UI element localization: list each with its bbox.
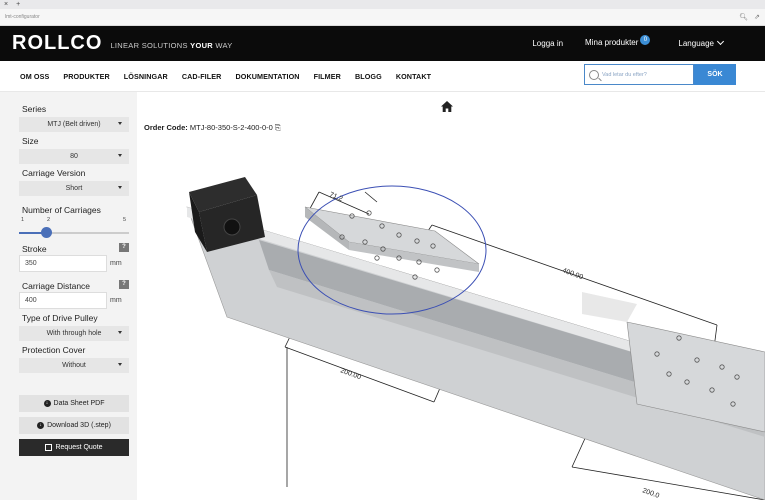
search-placeholder: Vad letar du efter? [602,71,647,78]
configurator: Series MTJ (Belt driven) Size 80 Carriag… [0,92,765,500]
url-text[interactable]: lmt-configurator [5,14,40,20]
download-icon: ↓ [37,422,45,429]
download-3d-label: Download 3D (.step) [47,422,111,429]
carriages-label: Number of Carriages [22,205,101,215]
browser-tab-bar: × + [0,0,765,9]
nav-kontakt[interactable]: KONTAKT [396,72,431,81]
datasheet-label: Data Sheet PDF [53,400,105,407]
protection-cover-label: Protection Cover [22,345,86,355]
rollco-logo[interactable]: ROLLCO [12,32,102,55]
cart-count-badge: 0 [640,35,651,45]
stroke-label: Stroke [22,244,47,254]
datasheet-button[interactable]: ↓ Data Sheet PDF [19,395,129,412]
carriage-distance-help-icon[interactable]: ? [119,280,129,289]
protection-cover-value: Without [62,362,86,369]
carriage-version-value: Short [65,185,83,192]
chevron-down-icon [716,37,725,46]
carriages-slider[interactable] [19,232,129,234]
login-link[interactable]: Logga in [532,39,563,48]
nav-dokumentation[interactable]: DOKUMENTATION [235,72,299,81]
site-header: ROLLCO LINEAR SOLUTIONS YOUR WAY Logga i… [0,26,765,61]
request-quote-button[interactable]: Request Quote [19,439,129,456]
tagline-suffix: WAY [213,41,233,50]
actuator-3d-model: 71.2 400.00 200.00 200.0 [186,177,765,500]
download-icon: ↓ [43,400,51,407]
language-dropdown[interactable]: Language [678,37,725,48]
config-sidebar: Series MTJ (Belt driven) Size 80 Carriag… [0,92,137,500]
carriage-version-label: Carriage Version [22,168,86,178]
size-select[interactable]: 80 [19,149,129,164]
nav-filmer[interactable]: FILMER [314,72,341,81]
search-bar: Vad letar du efter? SÖK [584,64,736,85]
carriage-version-select[interactable]: Short [19,181,129,196]
nav-produkter[interactable]: PRODUKTER [63,72,109,81]
external-link-icon [45,444,53,451]
drive-pulley-value: With through hole [46,330,102,337]
caret-down-icon [118,154,122,157]
address-bar[interactable]: lmt-configurator 🔍︎ ⇗ [0,9,765,26]
carriage-distance-label: Carriage Distance [22,281,91,291]
search-button[interactable]: SÖK [694,64,736,85]
tagline-bold: YOUR [190,41,214,50]
tick-1: 1 [21,217,25,223]
search-input[interactable]: Vad letar du efter? [584,64,694,85]
caret-down-icon [118,186,122,189]
drive-pulley-label: Type of Drive Pulley [22,313,98,323]
protection-cover-select[interactable]: Without [19,358,129,373]
nav-blogg[interactable]: BLOGG [355,72,382,81]
cad-viewer[interactable]: Order Code: MTJ-80-350-S-2-400-0-0 ⎘ 71.… [137,92,765,500]
language-label: Language [678,39,714,48]
dimension-label-c: 200.00 [339,367,362,381]
download-3d-button[interactable]: ↓ Download 3D (.step) [19,417,129,434]
browser-tools: 🔍︎ ⇗ [739,13,760,21]
search-icon [589,69,599,80]
size-value: 80 [70,153,78,160]
request-quote-label: Request Quote [55,444,103,451]
new-tab-icon[interactable]: + [16,1,20,8]
share-icon[interactable]: ⇗ [754,13,760,21]
tagline-prefix: LINEAR SOLUTIONS [110,41,191,50]
series-value: MTJ (Belt driven) [47,121,101,128]
nav-losningar[interactable]: LÖSNINGAR [124,72,168,81]
caret-down-icon [118,122,122,125]
tick-2: 2 [47,217,51,223]
main-nav: OM OSS PRODUKTER LÖSNINGAR CAD-FILER DOK… [0,61,765,92]
caret-down-icon [118,331,122,334]
drive-pulley-select[interactable]: With through hole [19,326,129,341]
nav-om-oss[interactable]: OM OSS [20,72,49,81]
my-products-label: Mina produkter [585,38,639,47]
stroke-input[interactable]: 350 [19,255,107,272]
dimension-label-d: 200.0 [641,487,660,500]
slider-handle[interactable] [41,227,52,238]
size-label: Size [22,136,39,146]
dimension-label-b: 400.00 [561,267,584,281]
tick-5: 5 [123,217,127,223]
nav-cad-filer[interactable]: CAD-FILER [182,72,222,81]
tab-close-icon[interactable]: × [4,1,8,8]
series-select[interactable]: MTJ (Belt driven) [19,117,129,132]
caret-down-icon [118,363,122,366]
tagline: LINEAR SOLUTIONS YOUR WAY [110,41,232,50]
series-label: Series [22,104,47,114]
carriage-distance-unit: mm [110,297,122,304]
my-products-link[interactable]: Mina produkter 0 [585,35,651,49]
zoom-icon[interactable]: 🔍︎ [739,13,748,21]
stroke-help-icon[interactable]: ? [119,243,129,252]
stroke-unit: mm [110,260,122,267]
carriage-distance-input[interactable]: 400 [19,292,107,309]
